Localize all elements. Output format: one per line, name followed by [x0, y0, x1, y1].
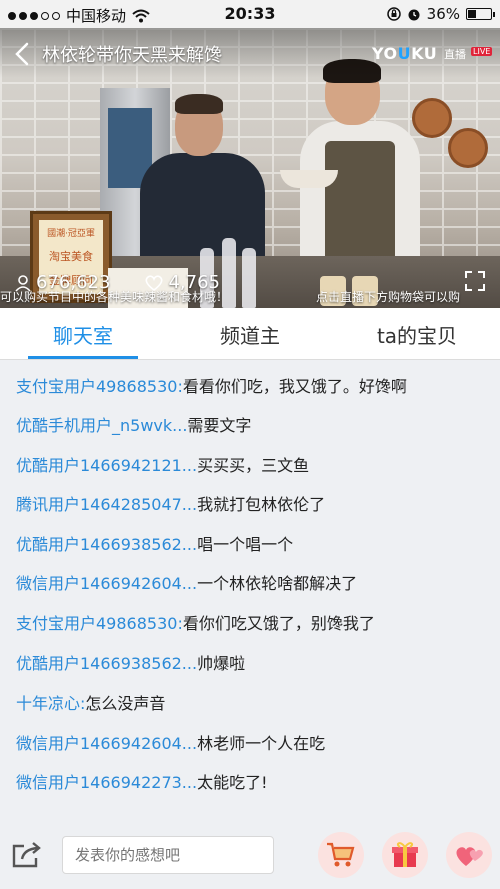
chat-message: 微信用户1466942273...太能吃了! — [16, 769, 267, 793]
chat-message: 支付宝用户49868530:看看你们吃，我又饿了。好馋啊 — [16, 373, 407, 397]
tab-products[interactable]: ta的宝贝 — [352, 320, 482, 349]
chat-text: 我就打包林依伦了 — [197, 495, 326, 514]
shopping-cart-icon — [327, 842, 355, 867]
active-tab-indicator — [28, 356, 138, 359]
chat-username[interactable]: 微信用户1466942604... — [16, 734, 197, 753]
like-button[interactable] — [446, 832, 492, 878]
gift-icon — [392, 842, 418, 867]
chat-username[interactable]: 优酷用户1466938562... — [16, 535, 197, 554]
live-label: 直播 — [444, 48, 466, 61]
youku-logo: YOUKU — [372, 44, 438, 63]
battery-fill — [468, 10, 476, 18]
viewer-count: 676,623 — [36, 272, 111, 293]
chat-text: 太能吃了! — [197, 773, 268, 792]
battery-icon — [466, 8, 495, 20]
heart-icon — [456, 847, 483, 866]
live-badge: LIVE — [471, 47, 493, 56]
ticker-right: 点击直播下方购物袋可以购 — [316, 290, 461, 304]
video-title: 林依轮带你天黑来解馋 — [42, 45, 222, 66]
chat-text: 需要文字 — [187, 416, 252, 435]
battery-percent: 36% — [426, 5, 460, 23]
status-bar: 中国移动 20:33 36% — [0, 0, 500, 28]
chat-message: 优酷用户1466938562...唱一个唱一个 — [16, 531, 293, 555]
chat-username[interactable]: 微信用户1466942273... — [16, 773, 197, 792]
tab-chat-room[interactable]: 聊天室 — [28, 320, 138, 349]
chat-message: 十年凉心:怎么没声音 — [16, 690, 165, 714]
chat-message: 微信用户1466942604...一个林依轮啥都解决了 — [16, 570, 357, 594]
chat-message: 腾讯用户1464285047...我就打包林依伦了 — [16, 491, 325, 515]
viewer-icon — [15, 274, 31, 292]
chat-message: 优酷手机用户_n5wvk...需要文字 — [16, 412, 251, 436]
chat-text: 看看你们吃，我又饿了。好馋啊 — [182, 377, 407, 396]
like-heart-icon[interactable] — [144, 274, 164, 292]
video-bowl — [280, 170, 338, 188]
chat-text: 买买买，三文鱼 — [197, 456, 310, 475]
chat-message: 微信用户1466942604...林老师一个人在吃 — [16, 730, 325, 754]
share-icon[interactable] — [10, 840, 44, 870]
chat-username[interactable]: 支付宝用户49868530: — [16, 377, 183, 396]
chat-text: 唱一个唱一个 — [197, 535, 294, 554]
video-stats: 676,623 4,765 — [14, 272, 220, 293]
back-icon[interactable] — [12, 42, 32, 66]
gift-button[interactable] — [382, 832, 428, 878]
chat-username[interactable]: 支付宝用户49868530: — [16, 614, 183, 633]
comment-input[interactable] — [62, 836, 274, 874]
chat-text: 怎么没声音 — [85, 694, 166, 713]
chat-username[interactable]: 优酷手机用户_n5wvk... — [16, 416, 187, 435]
like-count: 4,765 — [168, 272, 220, 293]
chat-text: 一个林依轮啥都解决了 — [197, 574, 358, 593]
status-right: 36% — [386, 5, 495, 23]
alarm-icon — [408, 9, 420, 21]
live-video-player[interactable]: 國潮·冠亞軍 淘宝美食 金牌顾问 林依轮带你天黑来解馋 YOUKU 直播 LIV… — [0, 28, 500, 308]
chat-text: 看你们吃又饿了，别馋我了 — [182, 614, 375, 633]
chat-message: 支付宝用户49868530:看你们吃又饿了，别馋我了 — [16, 610, 375, 634]
fullscreen-icon[interactable] — [464, 270, 486, 292]
bottom-bar — [0, 818, 500, 889]
chat-text: 帅爆啦 — [197, 654, 246, 673]
chat-username[interactable]: 优酷用户1466942121... — [16, 456, 197, 475]
chat-username[interactable]: 十年凉心: — [16, 694, 85, 713]
rotation-lock-icon — [386, 7, 401, 21]
tab-channel-owner[interactable]: 频道主 — [195, 320, 305, 349]
chat-message: 优酷用户1466938562...帅爆啦 — [16, 650, 245, 674]
shop-button[interactable] — [318, 832, 364, 878]
chat-username[interactable]: 腾讯用户1464285047... — [16, 495, 197, 514]
chat-username[interactable]: 微信用户1466942604... — [16, 574, 197, 593]
chat-text: 林老师一个人在吃 — [197, 734, 326, 753]
chat-list[interactable]: 支付宝用户49868530:看看你们吃，我又饿了。好馋啊 优酷手机用户_n5wv… — [0, 361, 500, 816]
chat-username[interactable]: 优酷用户1466938562... — [16, 654, 197, 673]
chat-message: 优酷用户1466942121...买买买，三文鱼 — [16, 452, 309, 476]
tab-bar: 聊天室 频道主 ta的宝贝 — [0, 308, 500, 360]
